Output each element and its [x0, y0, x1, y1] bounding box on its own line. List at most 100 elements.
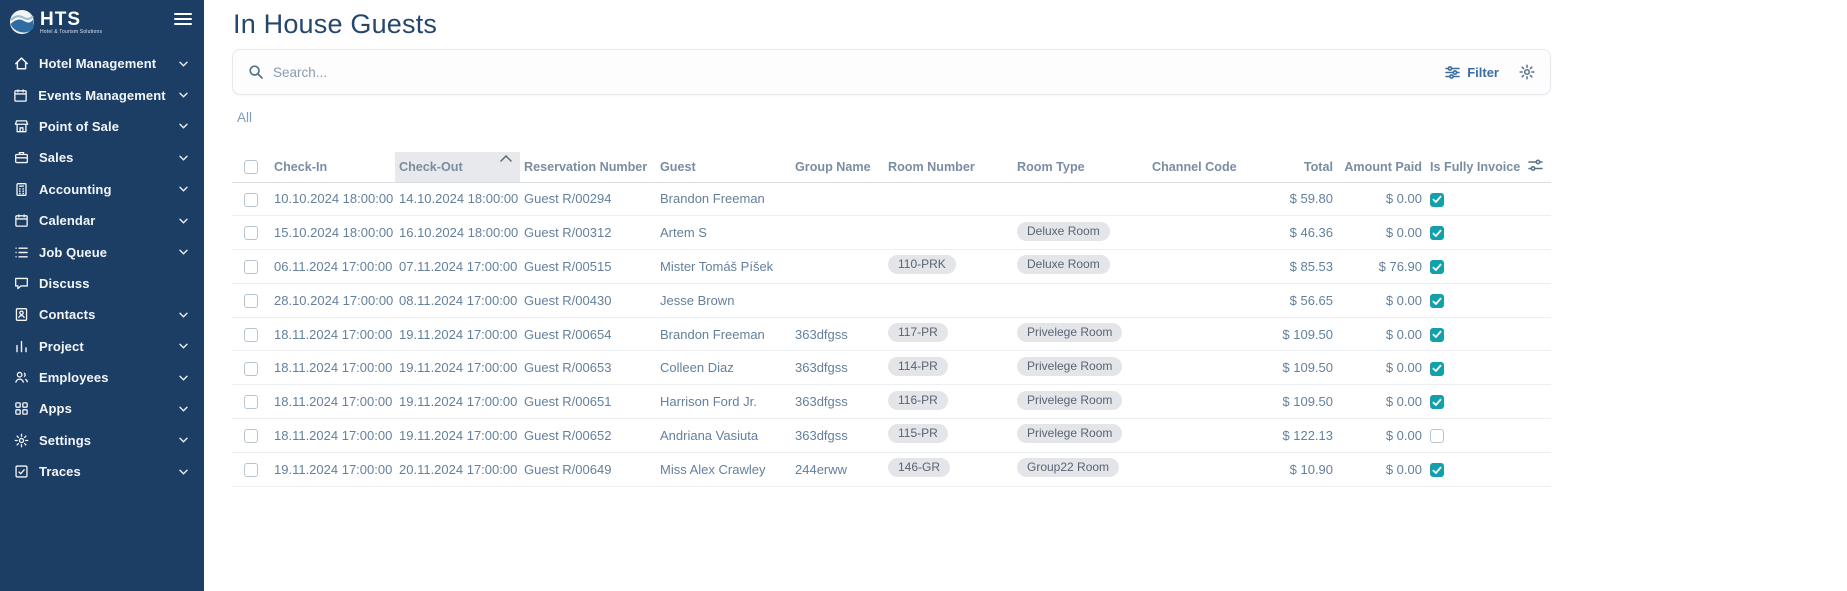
- row-select-checkbox[interactable]: [244, 260, 258, 274]
- row-select-checkbox[interactable]: [244, 362, 258, 376]
- cell-reservation-number: Guest R/00515: [520, 250, 656, 284]
- calendar-icon: [13, 88, 28, 103]
- cell-check-in: 18.11.2024 17:00:00: [270, 317, 395, 351]
- column-header-room-type[interactable]: Room Type: [1013, 152, 1148, 182]
- column-header-amount-paid[interactable]: Amount Paid: [1337, 152, 1426, 182]
- app-window: HTS Hotel & Tourism Solutions Hotel Mana…: [0, 0, 1847, 591]
- invoiced-checkbox[interactable]: [1430, 226, 1444, 240]
- table-row[interactable]: 15.10.2024 18:00:0016.10.2024 18:00:00Gu…: [232, 216, 1551, 250]
- row-select-checkbox[interactable]: [244, 226, 258, 240]
- sidebar-item-apps[interactable]: Apps: [0, 393, 204, 424]
- table-row[interactable]: 18.11.2024 17:00:0019.11.2024 17:00:00Gu…: [232, 385, 1551, 419]
- invoiced-checkbox[interactable]: [1430, 395, 1444, 409]
- cell-amount-paid: $ 0.00: [1337, 452, 1426, 486]
- sidebar-item-contacts[interactable]: Contacts: [0, 299, 204, 330]
- cell-reservation-number: Guest R/00294: [520, 182, 656, 216]
- filter-button[interactable]: Filter: [1445, 65, 1499, 80]
- cell-channel-code: [1148, 452, 1240, 486]
- row-select-checkbox[interactable]: [244, 395, 258, 409]
- cell-amount-paid: $ 0.00: [1337, 419, 1426, 453]
- sidebar-item-traces[interactable]: Traces: [0, 456, 204, 487]
- room-type-badge: Privelege Room: [1017, 323, 1122, 342]
- cell-is-fully-invoiced: [1426, 317, 1520, 351]
- row-select-checkbox[interactable]: [244, 328, 258, 342]
- invoiced-checkbox[interactable]: [1430, 328, 1444, 342]
- cell-spacer: [1520, 182, 1551, 216]
- cell-channel-code: [1148, 419, 1240, 453]
- table-row[interactable]: 19.11.2024 17:00:0020.11.2024 17:00:00Gu…: [232, 452, 1551, 486]
- chevron-down-icon: [175, 375, 191, 381]
- table-row[interactable]: 18.11.2024 17:00:0019.11.2024 17:00:00Gu…: [232, 419, 1551, 453]
- row-select-checkbox[interactable]: [244, 294, 258, 308]
- sidebar-item-job-queue[interactable]: Job Queue: [0, 236, 204, 267]
- invoiced-checkbox[interactable]: [1430, 260, 1444, 274]
- sidebar-item-discuss[interactable]: Discuss: [0, 268, 204, 299]
- sidebar-item-label: Traces: [39, 464, 165, 479]
- search-input[interactable]: [273, 65, 693, 80]
- cell-group-name: [791, 182, 884, 216]
- table-row[interactable]: 06.11.2024 17:00:0007.11.2024 17:00:00Gu…: [232, 250, 1551, 284]
- column-header-room-number[interactable]: Room Number: [884, 152, 1013, 182]
- row-select-checkbox[interactable]: [244, 463, 258, 477]
- invoiced-checkbox[interactable]: [1430, 429, 1444, 443]
- table-row[interactable]: 18.11.2024 17:00:0019.11.2024 17:00:00Gu…: [232, 351, 1551, 385]
- invoiced-checkbox[interactable]: [1430, 294, 1444, 308]
- table-row[interactable]: 10.10.2024 18:00:0014.10.2024 18:00:00Gu…: [232, 182, 1551, 216]
- sidebar-item-hotel-management[interactable]: Hotel Management: [0, 48, 204, 79]
- table-row[interactable]: 18.11.2024 17:00:0019.11.2024 17:00:00Gu…: [232, 317, 1551, 351]
- cell-channel-code: [1148, 317, 1240, 351]
- calendar-icon: [13, 213, 29, 228]
- column-header-guest[interactable]: Guest: [656, 152, 791, 182]
- room-type-badge: Deluxe Room: [1017, 255, 1110, 274]
- sidebar-item-calendar[interactable]: Calendar: [0, 205, 204, 236]
- column-header-group-name[interactable]: Group Name: [791, 152, 884, 182]
- column-header-channel-code[interactable]: Channel Code: [1148, 152, 1240, 182]
- sidebar-item-label: Employees: [39, 370, 165, 385]
- sidebar-item-settings[interactable]: Settings: [0, 425, 204, 456]
- cell-channel-code: [1148, 385, 1240, 419]
- column-header-check-out[interactable]: Check-Out: [395, 152, 520, 182]
- sidebar-nav: Hotel ManagementEvents ManagementPoint o…: [0, 48, 204, 487]
- column-header-total[interactable]: Total: [1240, 152, 1337, 182]
- column-header-reservation-number[interactable]: Reservation Number: [520, 152, 656, 182]
- column-header-check-in[interactable]: Check-In: [270, 152, 395, 182]
- sidebar-item-label: Calendar: [39, 213, 165, 228]
- sidebar-item-point-of-sale[interactable]: Point of Sale: [0, 111, 204, 142]
- sidebar-item-employees[interactable]: Employees: [0, 362, 204, 393]
- sidebar-item-accounting[interactable]: Accounting: [0, 174, 204, 205]
- app-logo[interactable]: HTS Hotel & Tourism Solutions: [8, 8, 102, 36]
- contacts-icon: [13, 307, 29, 322]
- logo-icon: [8, 8, 36, 36]
- logo-title: HTS: [40, 10, 102, 29]
- gear-icon[interactable]: [1519, 64, 1535, 80]
- select-all-checkbox[interactable]: [244, 160, 258, 174]
- table-row[interactable]: 28.10.2024 17:00:0008.11.2024 17:00:00Gu…: [232, 283, 1551, 317]
- cell-amount-paid: $ 0.00: [1337, 216, 1426, 250]
- invoiced-checkbox[interactable]: [1430, 193, 1444, 207]
- cell-room-type: [1013, 182, 1148, 216]
- row-select-checkbox[interactable]: [244, 429, 258, 443]
- sidebar-item-project[interactable]: Project: [0, 331, 204, 362]
- optional-columns-button[interactable]: [1520, 152, 1551, 182]
- column-header-is-fully-invoiced[interactable]: Is Fully Invoiced: [1426, 152, 1520, 182]
- cell-room-number: 116-PR: [884, 385, 1013, 419]
- cell-room-number: [884, 283, 1013, 317]
- menu-toggle-icon[interactable]: [174, 12, 192, 26]
- cell-reservation-number: Guest R/00654: [520, 317, 656, 351]
- sidebar-item-label: Accounting: [39, 182, 165, 197]
- cell-group-name: 363dfgss: [791, 351, 884, 385]
- chevron-down-icon: [175, 437, 191, 443]
- cell-reservation-number: Guest R/00653: [520, 351, 656, 385]
- cell-check-out: 16.10.2024 18:00:00: [395, 216, 520, 250]
- cell-select: [232, 419, 270, 453]
- cell-amount-paid: $ 0.00: [1337, 317, 1426, 351]
- cell-room-number: [884, 182, 1013, 216]
- cell-guest: Harrison Ford Jr.: [656, 385, 791, 419]
- room-number-badge: 116-PR: [888, 391, 948, 410]
- tab-all[interactable]: All: [237, 110, 1551, 125]
- invoiced-checkbox[interactable]: [1430, 463, 1444, 477]
- sidebar-item-sales[interactable]: Sales: [0, 142, 204, 173]
- row-select-checkbox[interactable]: [244, 193, 258, 207]
- sidebar-item-events-management[interactable]: Events Management: [0, 79, 204, 110]
- invoiced-checkbox[interactable]: [1430, 362, 1444, 376]
